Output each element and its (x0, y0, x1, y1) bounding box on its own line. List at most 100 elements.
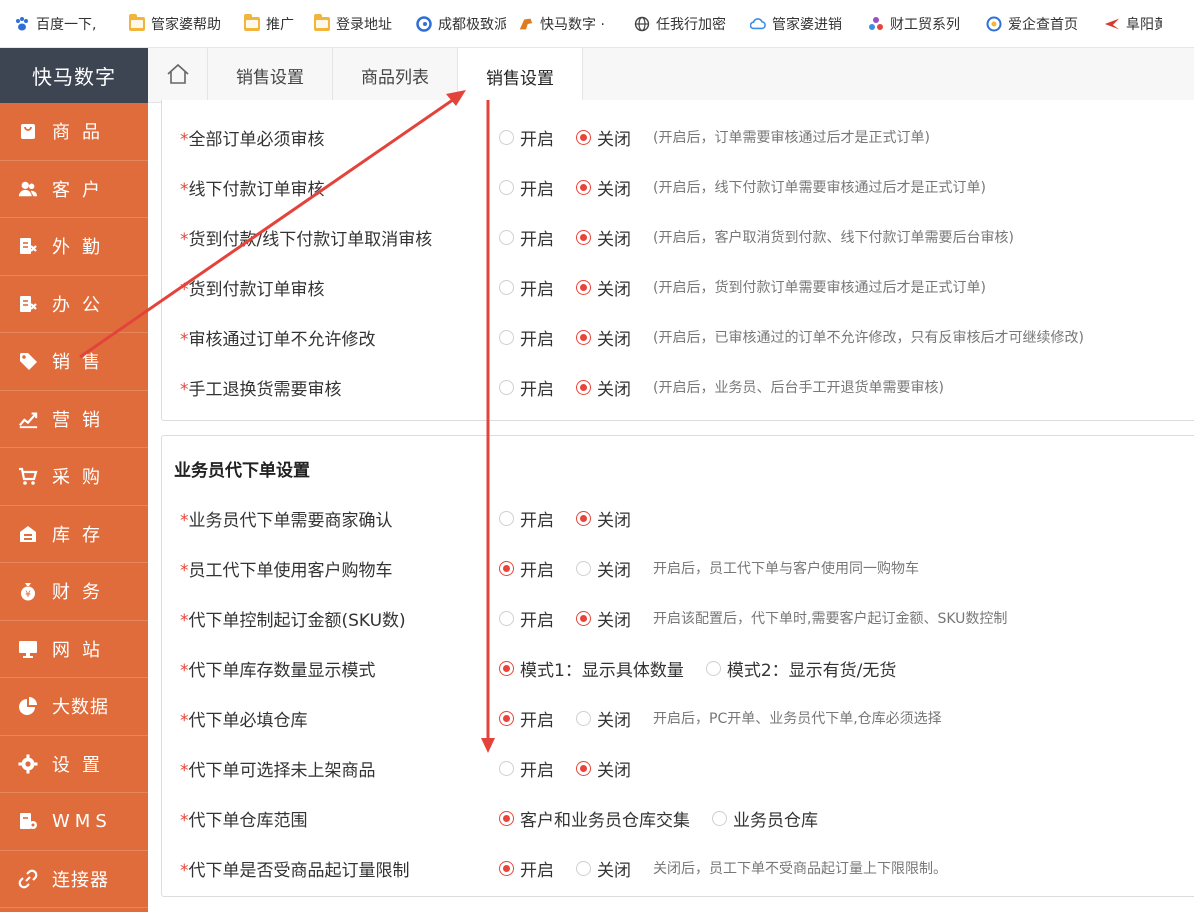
bookmark-item[interactable]: 成都极致派 (404, 0, 506, 47)
radio-label: 开启 (520, 610, 554, 631)
radio-button[interactable] (499, 710, 514, 726)
radio-option[interactable]: 开启 (499, 756, 554, 781)
radio-button[interactable] (576, 710, 591, 726)
radio-button[interactable] (576, 179, 591, 195)
bookmark-label: 任我行加密 (656, 16, 726, 33)
radio-button[interactable] (499, 179, 514, 195)
bookmark-item[interactable]: 管家婆进销 (738, 0, 856, 47)
radio-option[interactable]: 模式2：显示有货/无货 (705, 656, 896, 681)
radio-button[interactable] (499, 610, 514, 626)
radio-button[interactable] (499, 129, 514, 145)
radio-option[interactable]: 关闭 (576, 325, 631, 350)
bookmark-item[interactable]: 登录地址 (302, 0, 404, 47)
home-tab[interactable] (148, 48, 208, 103)
radio-option[interactable]: 关闭 (576, 375, 631, 400)
radio-option[interactable]: 关闭 (576, 175, 631, 200)
sidebar-item-1[interactable]: 客户 (0, 161, 148, 218)
radio-option[interactable]: 开启 (499, 856, 554, 881)
radio-button[interactable] (576, 760, 591, 776)
radio-button[interactable] (712, 810, 727, 826)
sidebar-item-10[interactable]: 大数据 (0, 678, 148, 736)
radio-option[interactable]: 开启 (499, 175, 554, 200)
radio-option[interactable]: 开启 (499, 506, 554, 531)
bookmark-item[interactable]: 管家婆帮助 (117, 0, 232, 47)
radio-button[interactable] (499, 560, 514, 576)
radio-option[interactable]: 关闭 (576, 856, 631, 881)
radio-button[interactable] (499, 329, 514, 345)
radio-button[interactable] (499, 379, 514, 395)
sidebar-item-11[interactable]: 设置 (0, 736, 148, 793)
radio-label: 关闭 (597, 560, 631, 581)
tab-2[interactable]: 销售设置 (458, 48, 583, 104)
radio-option[interactable]: 开启 (499, 375, 554, 400)
radio-option[interactable]: 客户和业务员仓库交集 (499, 806, 690, 831)
radio-button[interactable] (576, 229, 591, 245)
radio-button[interactable] (576, 129, 591, 145)
setting-label: *业务员代下单需要商家确认 (180, 506, 393, 531)
bookmark-item[interactable]: 百度一下, (0, 0, 117, 47)
setting-label-text: 手工退换货需要审核 (188, 379, 342, 400)
radio-option[interactable]: 开启 (499, 275, 554, 300)
radio-option[interactable]: 关闭 (576, 275, 631, 300)
bookmark-label: 财工贸系列 (890, 16, 960, 33)
radio-button[interactable] (576, 860, 591, 876)
radio-option[interactable]: 关闭 (576, 506, 631, 531)
bookmark-item[interactable]: 推广 (232, 0, 302, 47)
cloud-icon (750, 16, 766, 32)
sidebar-item-12[interactable]: WMS (0, 793, 148, 851)
radio-button[interactable] (576, 510, 591, 526)
radio-option[interactable]: 开启 (499, 225, 554, 250)
sidebar-item-7[interactable]: 库存 (0, 506, 148, 563)
tab-1[interactable]: 商品列表 (333, 48, 458, 103)
radio-option[interactable]: 关闭 (576, 756, 631, 781)
radio-button[interactable] (576, 610, 591, 626)
sidebar-item-4[interactable]: 销售 (0, 333, 148, 391)
radio-button[interactable] (576, 329, 591, 345)
radio-button[interactable] (576, 279, 591, 295)
radio-button[interactable] (499, 510, 514, 526)
sidebar-item-0[interactable]: 商品 (0, 103, 148, 161)
setting-label: *审核通过订单不允许修改 (180, 325, 376, 350)
radio-option[interactable]: 关闭 (576, 556, 631, 581)
radio-option[interactable]: 关闭 (576, 125, 631, 150)
radio-button[interactable] (576, 379, 591, 395)
sidebar-item-6[interactable]: 采购 (0, 448, 148, 506)
radio-option[interactable]: 关闭 (576, 225, 631, 250)
radio-label: 开启 (520, 179, 554, 200)
bookmark-item[interactable]: 快马数字 · (506, 0, 622, 47)
radio-button[interactable] (499, 279, 514, 295)
bookmark-item[interactable]: 爱企查首页 (974, 0, 1092, 47)
radio-button[interactable] (499, 229, 514, 245)
radio-button[interactable] (499, 760, 514, 776)
sidebar-item-2[interactable]: 外勤 (0, 218, 148, 276)
bookmark-item[interactable]: 阜阳黄页 (1092, 0, 1162, 47)
radio-option[interactable]: 开启 (499, 606, 554, 631)
radio-label: 关闭 (597, 229, 631, 250)
radio-option[interactable]: 业务员仓库 (712, 806, 818, 831)
radio-button[interactable] (499, 660, 514, 676)
radio-button[interactable] (576, 560, 591, 576)
radio-option[interactable]: 开启 (499, 706, 554, 731)
sidebar-item-5[interactable]: 营销 (0, 391, 148, 448)
tab-bar: 销售设置 商品列表 销售设置 (148, 48, 1194, 104)
radio-button[interactable] (705, 660, 721, 676)
sidebar-item-3[interactable]: 办公 (0, 276, 148, 333)
radio-option[interactable]: 开启 (499, 556, 554, 581)
bookmark-item[interactable]: 财工贸系列 (856, 0, 974, 47)
radio-option[interactable]: 开启 (499, 125, 554, 150)
radio-label: 关闭 (597, 329, 631, 350)
radio-option[interactable]: 关闭 (576, 606, 631, 631)
radio-option[interactable]: 模式1：显示具体数量 (499, 656, 684, 681)
sidebar-item-13[interactable]: 连接器 (0, 851, 148, 908)
baidu-paw-icon (14, 16, 30, 32)
radio-group: 开启 关闭 (开启后，已审核通过的订单不允许修改，只有反审核后才可继续修改) (499, 325, 1084, 350)
sidebar-item-8[interactable]: ¥ 财务 (0, 563, 148, 621)
tab-0[interactable]: 销售设置 (208, 48, 333, 103)
bookmark-item[interactable]: 任我行加密 (622, 0, 738, 47)
radio-option[interactable]: 关闭 (576, 706, 631, 731)
sidebar-item-9[interactable]: 网站 (0, 621, 148, 678)
radio-option[interactable]: 开启 (499, 325, 554, 350)
setting-label: *线下付款订单审核 (180, 175, 325, 200)
radio-button[interactable] (499, 810, 514, 826)
radio-button[interactable] (499, 860, 514, 876)
